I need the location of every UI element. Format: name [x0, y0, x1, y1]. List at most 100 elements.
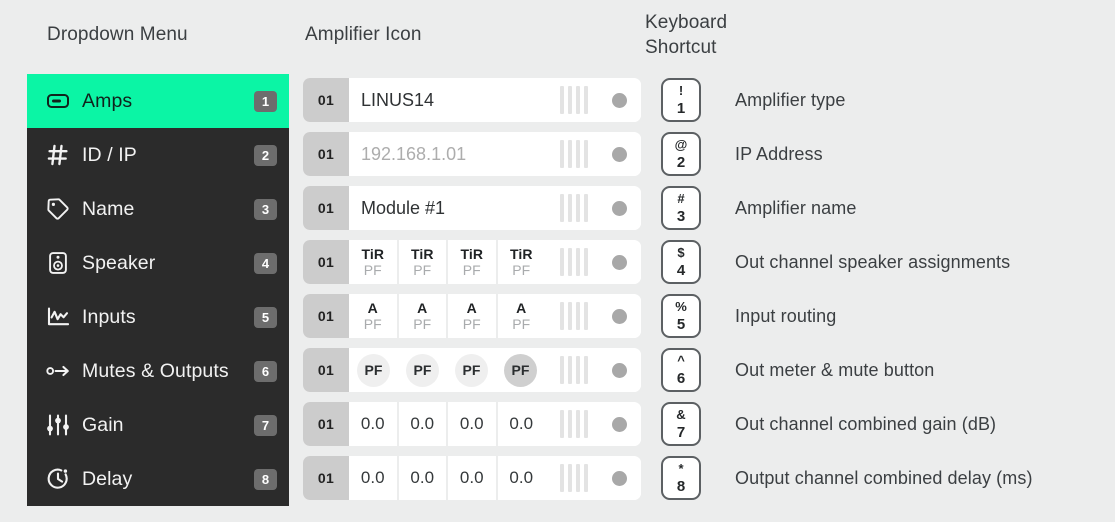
key-shifted-symbol: & — [676, 406, 686, 422]
amplifier-row[interactable]: 01 Module #1 — [303, 186, 641, 230]
amplifier-field-value[interactable]: LINUS14 — [349, 78, 545, 122]
amplifier-field-value[interactable]: Module #1 — [349, 186, 545, 230]
row-description: Amplifier type — [735, 89, 846, 110]
amplifier-row[interactable]: 01 A PF A PF A PF A PF — [303, 294, 641, 338]
sidebar-item-gain[interactable]: Gain 7 — [27, 398, 289, 452]
sidebar-item-label: ID / IP — [82, 143, 137, 166]
vent-bar — [568, 140, 572, 168]
keyboard-shortcut-key[interactable]: * 8 — [661, 456, 701, 500]
column-header-amplifier-icon: Amplifier Icon — [305, 24, 422, 45]
sidebar-item-label: Mutes & Outputs — [82, 359, 229, 382]
vent-bar — [568, 86, 572, 114]
amplifier-index-chip: 01 — [303, 78, 349, 122]
vent-bar — [584, 464, 588, 492]
numeric-cell-value: 0.0 — [410, 468, 435, 488]
numeric-cell-value: 0.0 — [459, 414, 484, 434]
sidebar-item-id-ip[interactable]: ID / IP 2 — [27, 128, 289, 182]
amplifier-row[interactable]: 01 192.168.1.01 — [303, 132, 641, 176]
channel-cell[interactable]: TiR PF — [498, 240, 546, 284]
key-number: 7 — [676, 423, 686, 441]
sidebar-item-speaker[interactable]: Speaker 4 — [27, 236, 289, 290]
signal-out-arrow-icon — [45, 359, 71, 383]
amplifier-row[interactable]: 01 LINUS14 — [303, 78, 641, 122]
key-shifted-symbol: % — [675, 298, 687, 314]
keyboard-shortcut-key[interactable]: ^ 6 — [661, 348, 701, 392]
status-led-icon — [611, 254, 627, 270]
keyboard-shortcut-key[interactable]: $4 — [661, 240, 701, 284]
channel-cell-secondary: PF — [413, 315, 432, 332]
amplifier-row[interactable]: 01 0.0 0.0 0.0 0.0 — [303, 402, 641, 446]
numeric-cell[interactable]: 0.0 — [448, 456, 498, 500]
numeric-cell[interactable]: 0.0 — [399, 456, 448, 500]
sidebar-item-shortcut-badge: 2 — [254, 144, 277, 166]
status-led-slot — [597, 294, 641, 338]
amplifier-vent-grille-icon — [545, 456, 597, 500]
keyboard-shortcut-column: ! 1 @2 #3 $4% 5 ^ 6 & 7 * 8 — [661, 78, 703, 510]
tag-icon — [45, 197, 71, 221]
amplifier-index-chip: 01 — [303, 294, 349, 338]
amplifier-index-chip: 01 — [303, 132, 349, 176]
amplifier-row[interactable]: 01 PF PF PF PF — [303, 348, 641, 392]
numeric-cell-value: 0.0 — [360, 468, 385, 488]
keyboard-shortcut-key[interactable]: @2 — [661, 132, 701, 176]
key-number: 2 — [676, 153, 686, 171]
sidebar-item-amps[interactable]: Amps 1 — [27, 74, 289, 128]
numeric-cell[interactable]: 0.0 — [448, 402, 498, 446]
channel-cell[interactable]: A PF — [448, 294, 498, 338]
status-led-icon — [611, 416, 627, 432]
amplifier-row[interactable]: 01 TiR PF TiR PF TiR PF TiR PF — [303, 240, 641, 284]
mute-button[interactable]: PF — [455, 353, 488, 387]
status-led-icon — [611, 470, 627, 486]
channel-cell-primary: TiR — [460, 246, 484, 263]
mute-button[interactable]: PF — [406, 353, 439, 387]
amplifier-vent-grille-icon — [545, 186, 597, 230]
channel-cell-primary: A — [367, 300, 378, 317]
channel-cell[interactable]: TiR PF — [349, 240, 399, 284]
sidebar-item-mutes-outputs[interactable]: Mutes & Outputs 6 — [27, 344, 289, 398]
amplifier-icon-column: 01 LINUS14 01 192.168.1.01 01 Module #1 01 TiR P… — [303, 78, 641, 510]
vent-bar — [584, 356, 588, 384]
sidebar-item-shortcut-badge: 5 — [254, 306, 277, 328]
channel-cell[interactable]: A PF — [498, 294, 546, 338]
amplifier-field-placeholder[interactable]: 192.168.1.01 — [349, 132, 545, 176]
mute-button-slot: PF — [349, 353, 398, 387]
numeric-cell[interactable]: 0.0 — [399, 402, 448, 446]
description-column: Amplifier type IP Address Amplifier name Ou… — [735, 78, 1110, 510]
sidebar-item-label: Delay — [82, 467, 133, 490]
keyboard-shortcut-key[interactable]: ! 1 — [661, 78, 701, 122]
numeric-cell[interactable]: 0.0 — [498, 402, 546, 446]
vent-bar — [584, 410, 588, 438]
keyboard-shortcut-key[interactable]: % 5 — [661, 294, 701, 338]
channel-cell[interactable]: TiR PF — [448, 240, 498, 284]
status-led-slot — [597, 78, 641, 122]
status-led-icon — [611, 92, 627, 108]
channel-cell-secondary: PF — [512, 315, 531, 332]
numeric-cell[interactable]: 0.0 — [498, 456, 546, 500]
mute-button[interactable]: PF — [504, 353, 537, 387]
sidebar-item-delay[interactable]: Delay 8 — [27, 452, 289, 506]
channel-cell[interactable]: A PF — [349, 294, 399, 338]
numeric-cell-value: 0.0 — [410, 414, 435, 434]
channel-cell-group: TiR PF TiR PF TiR PF TiR PF — [349, 240, 545, 284]
sidebar-item-shortcut-badge: 3 — [254, 198, 277, 220]
key-number: 6 — [676, 369, 686, 387]
sidebar-item-inputs[interactable]: Inputs 5 — [27, 290, 289, 344]
numeric-cell[interactable]: 0.0 — [349, 456, 399, 500]
key-number: 4 — [676, 261, 686, 279]
vent-bar — [576, 464, 580, 492]
amplifier-row[interactable]: 01 0.0 0.0 0.0 0.0 — [303, 456, 641, 500]
sidebar-item-label: Amps — [82, 89, 133, 112]
channel-cell[interactable]: A PF — [399, 294, 448, 338]
mute-button-slot: PF — [398, 353, 447, 387]
vent-bar — [584, 194, 588, 222]
channel-cell[interactable]: TiR PF — [399, 240, 448, 284]
mute-button[interactable]: PF — [357, 353, 390, 387]
numeric-cell-value: 0.0 — [509, 414, 534, 434]
sidebar-item-name[interactable]: Name 3 — [27, 182, 289, 236]
vent-bar — [568, 248, 572, 276]
legend-page: Dropdown Menu Amplifier Icon Keyboard Sh… — [0, 0, 1115, 522]
speaker-icon — [45, 251, 71, 275]
keyboard-shortcut-key[interactable]: & 7 — [661, 402, 701, 446]
numeric-cell[interactable]: 0.0 — [349, 402, 399, 446]
keyboard-shortcut-key[interactable]: #3 — [661, 186, 701, 230]
